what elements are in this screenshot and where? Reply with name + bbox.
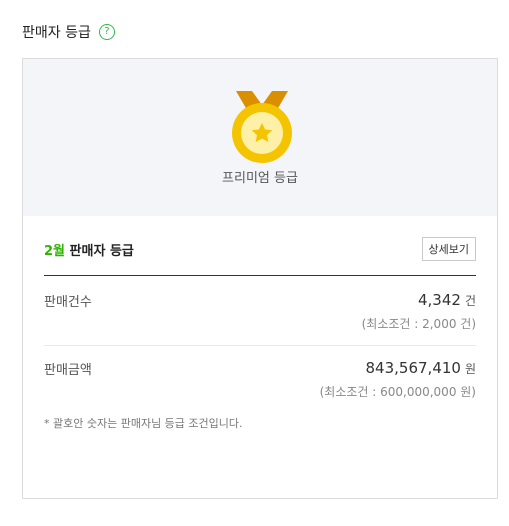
month-grade-title: 2월 판매자 등급 xyxy=(44,240,134,259)
stat-row-sales-amount: 판매금액 843,567,410 원 (최소조건 : 600,000,000 원) xyxy=(44,359,476,419)
stat-label: 판매건수 xyxy=(44,295,92,310)
seller-grade-card: 프리미엄 등급 2월 판매자 등급 상세보기 판매건수 4,342 건 (최소조건… xyxy=(22,58,498,499)
month-summary-row: 2월 판매자 등급 상세보기 xyxy=(44,237,476,261)
stat-condition: (최소조건 : 600,000,000 원) xyxy=(319,385,476,399)
stat-row-sales-count: 판매건수 4,342 건 (최소조건 : 2,000 건) xyxy=(44,291,476,351)
month-grade-label: 판매자 등급 xyxy=(69,243,134,259)
stat-number: 4,342 xyxy=(418,291,461,309)
divider xyxy=(44,275,476,276)
section-title: 판매자 등급 xyxy=(22,25,91,41)
stat-unit: 원 xyxy=(464,362,476,376)
footnote: * 괄호안 숫자는 판매자님 등급 조건입니다. xyxy=(44,417,243,430)
section-header: 판매자 등급 ? xyxy=(22,22,115,42)
stat-value: 843,567,410 원 xyxy=(366,359,476,377)
grade-name: 프리미엄 등급 xyxy=(222,171,298,186)
stat-value: 4,342 건 xyxy=(418,291,476,309)
stat-number: 843,567,410 xyxy=(365,359,461,377)
detail-button[interactable]: 상세보기 xyxy=(421,237,476,261)
grade-panel: 프리미엄 등급 xyxy=(23,59,497,216)
stat-condition: (최소조건 : 2,000 건) xyxy=(361,317,476,331)
stat-label: 판매금액 xyxy=(44,363,92,378)
month-label: 2월 xyxy=(44,243,66,259)
medal-star-icon xyxy=(232,91,292,163)
divider xyxy=(44,345,476,346)
help-icon[interactable]: ? xyxy=(98,24,115,40)
stat-unit: 건 xyxy=(464,294,476,308)
